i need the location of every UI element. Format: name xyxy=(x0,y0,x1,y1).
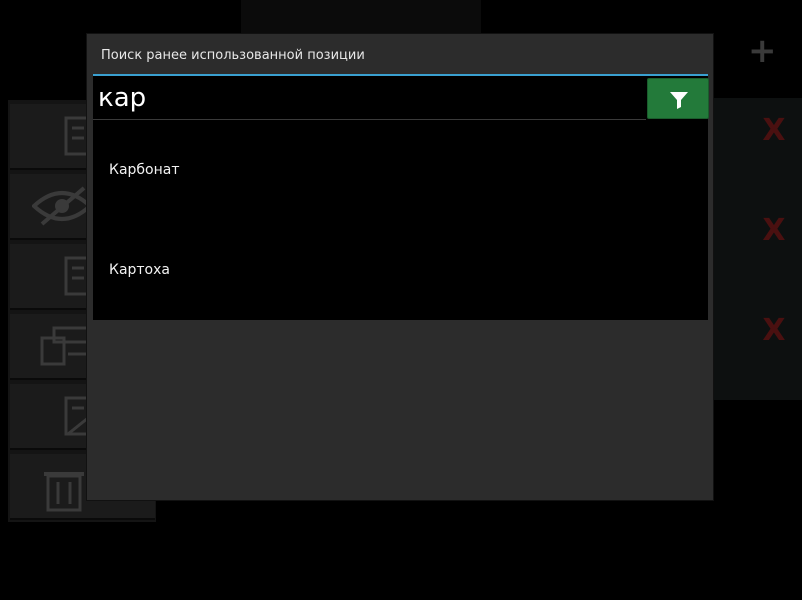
background-topbar xyxy=(241,0,481,34)
filter-icon xyxy=(670,92,688,109)
search-row xyxy=(93,76,709,120)
background-delete-icon: X xyxy=(762,213,786,248)
result-label: Карбонат xyxy=(109,162,180,178)
filter-button[interactable] xyxy=(647,78,709,119)
result-label: Картоха xyxy=(109,262,170,278)
results-list: Карбонат Картоха xyxy=(93,120,708,320)
background-list xyxy=(700,98,802,400)
background-delete-icon: X xyxy=(762,313,786,348)
dialog-title: Поиск ранее использованной позиции xyxy=(101,48,365,63)
screen: + X X X Поиск ранее использованной позиц… xyxy=(0,0,802,600)
result-item[interactable]: Картоха xyxy=(93,220,708,320)
background-delete-icon: X xyxy=(762,113,786,148)
background-add-button: + xyxy=(748,31,777,71)
search-dialog: Поиск ранее использованной позиции Карбо… xyxy=(87,34,713,500)
search-input[interactable] xyxy=(93,76,648,120)
result-item[interactable]: Карбонат xyxy=(93,120,708,220)
